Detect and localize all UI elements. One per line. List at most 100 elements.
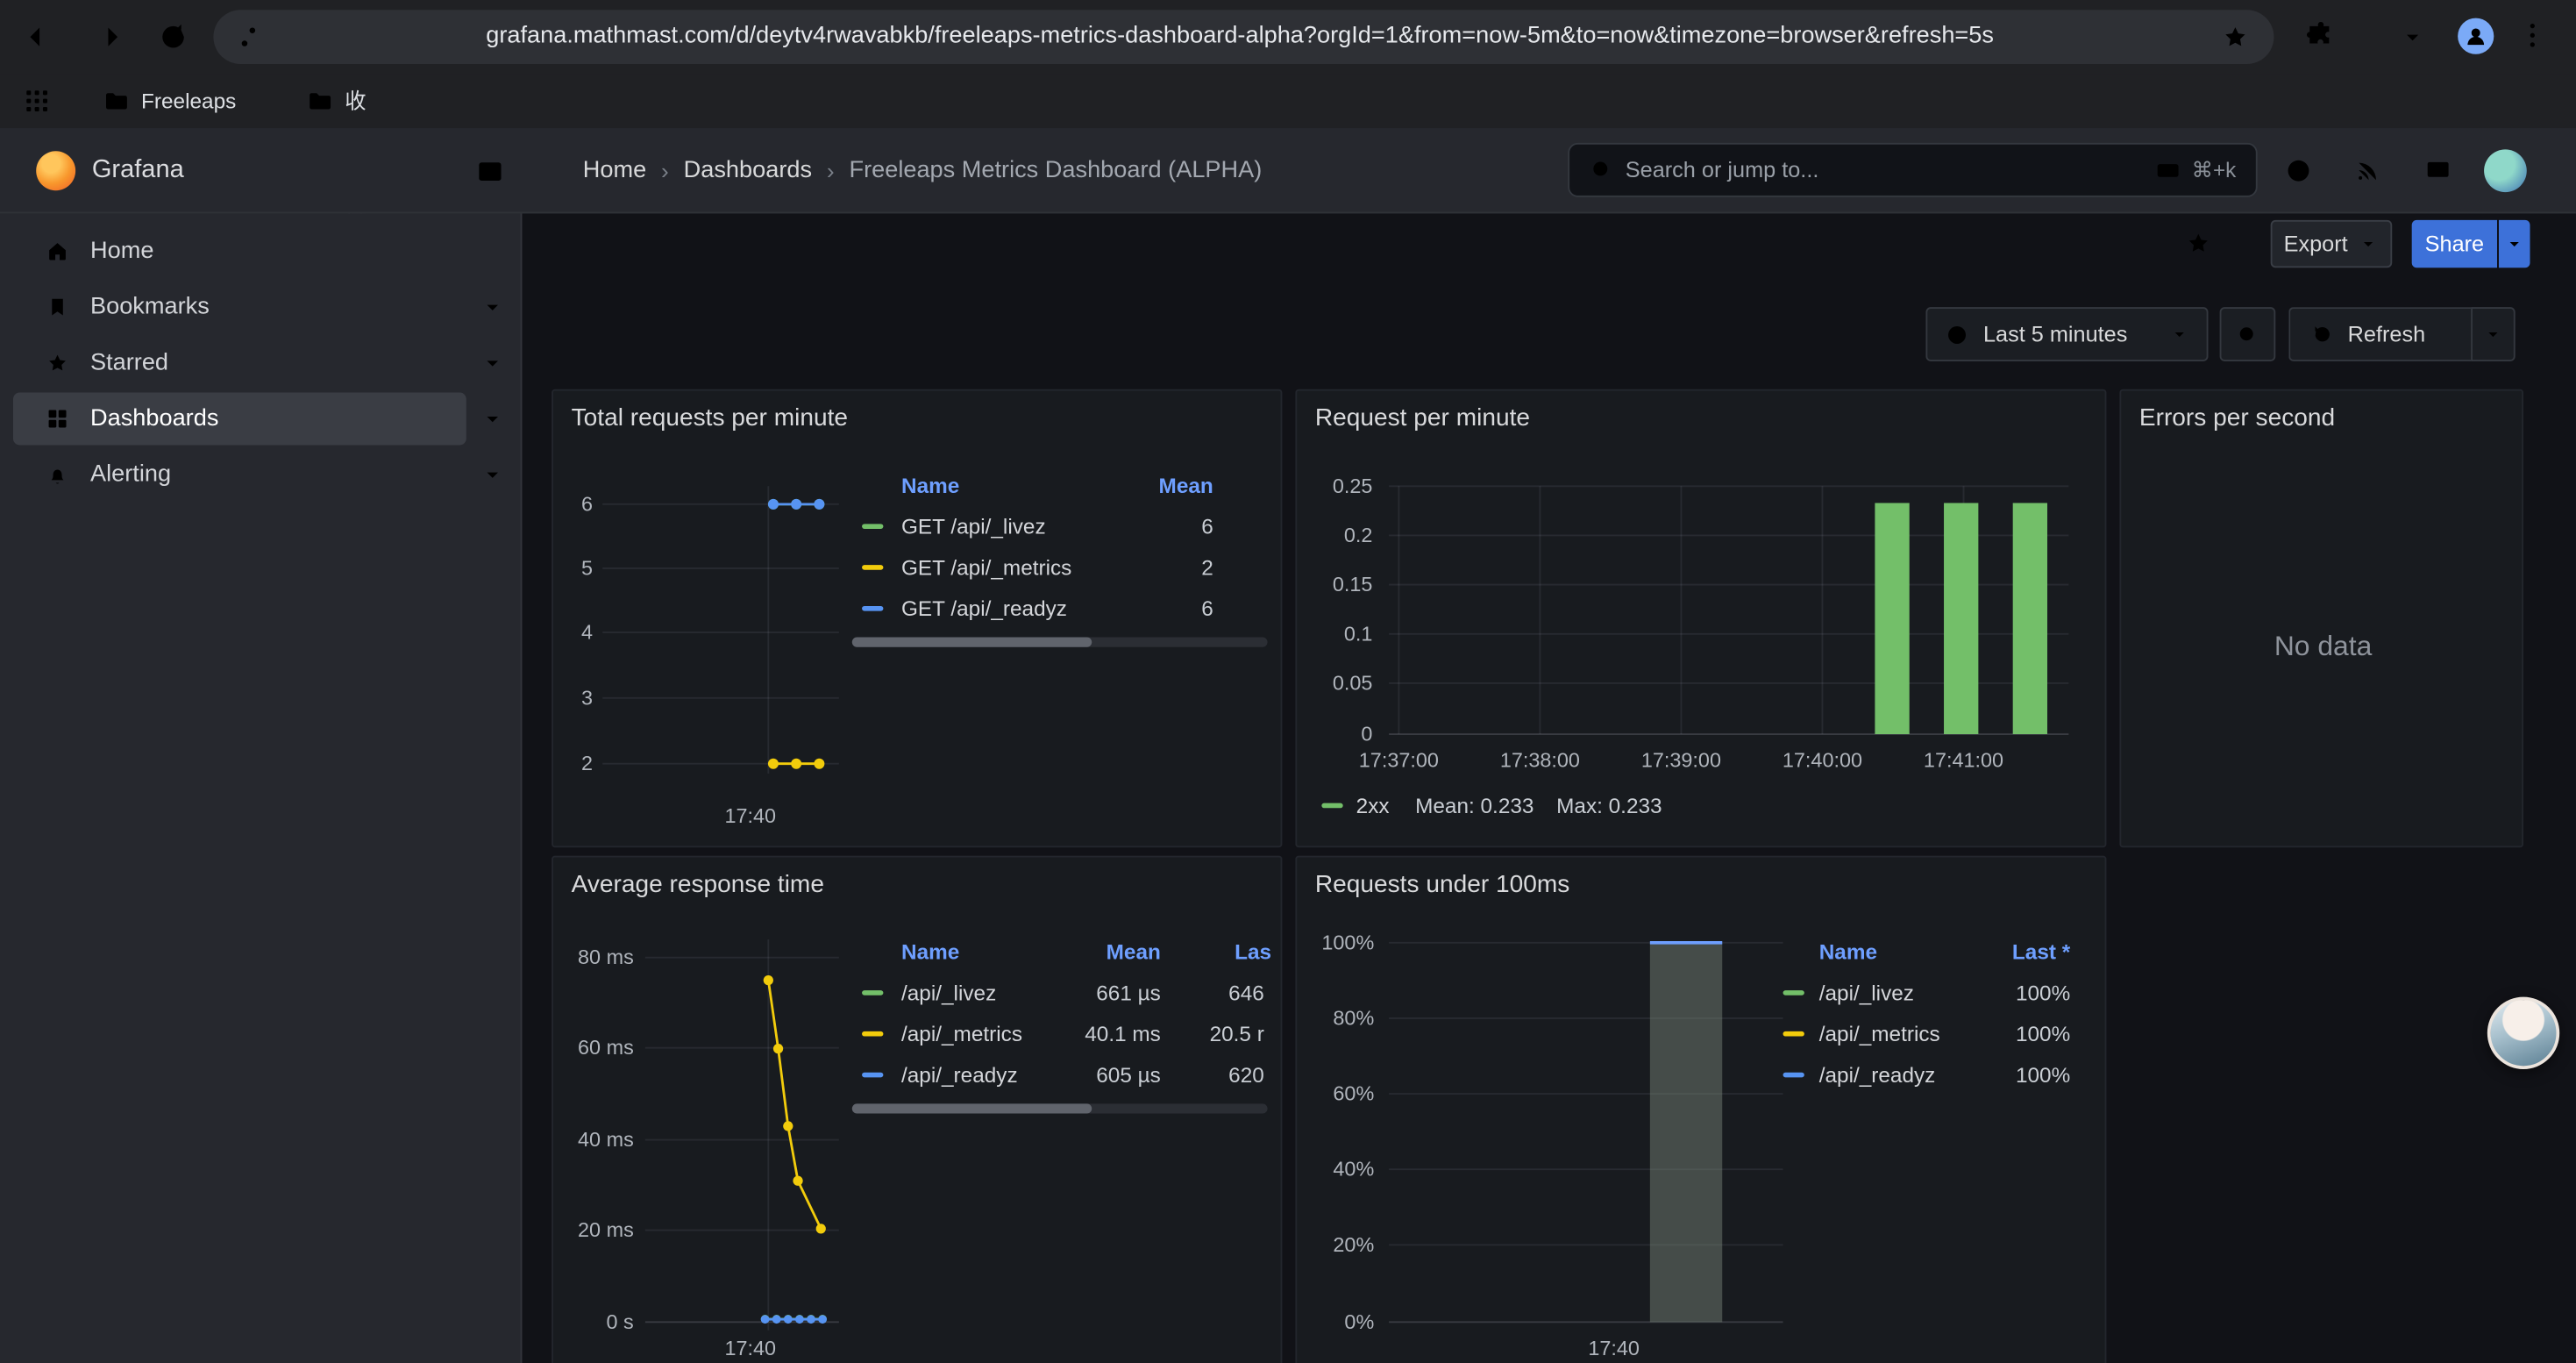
share-button[interactable]: Share — [2412, 220, 2497, 268]
legend-series-name[interactable]: /api/_readyz — [1819, 1061, 1936, 1089]
legend-header-last[interactable]: Las — [1235, 938, 1284, 966]
legend-scrollbar-thumb[interactable] — [852, 638, 1092, 647]
favorite-star-icon[interactable] — [2183, 228, 2213, 258]
legend-mean-value: 661 µs — [1029, 979, 1161, 1007]
legend-series-name[interactable]: GET /api/_metrics — [901, 553, 1071, 582]
grafana-logo[interactable] — [36, 151, 75, 190]
sidebar-item-label: Alerting — [90, 448, 171, 501]
legend-mean-value: 605 µs — [1029, 1061, 1161, 1089]
extensions-icon[interactable] — [2302, 19, 2336, 54]
display-icon[interactable] — [2423, 156, 2453, 186]
chevron-down-icon — [2482, 324, 2503, 345]
legend-header-name[interactable]: Name — [1819, 938, 1877, 966]
y-tick: 0.15 — [1300, 572, 1372, 598]
panel-title[interactable]: Average response time — [572, 870, 824, 898]
legend-last-value: 646 — [1172, 979, 1264, 1007]
x-tick: 17:37:00 — [1328, 747, 1469, 774]
legend-header-name[interactable]: Name — [901, 938, 959, 966]
sidebar-item-label: Dashboards — [90, 393, 218, 446]
panel-title[interactable]: Errors per second — [2139, 404, 2335, 432]
y-tick: 80% — [1300, 1005, 1374, 1031]
refresh-button[interactable]: Refresh — [2288, 307, 2471, 361]
reload-icon[interactable] — [156, 19, 190, 54]
zoom-out-icon — [2234, 321, 2260, 347]
sidebar-item-label: Bookmarks — [90, 281, 210, 333]
panel-title[interactable]: Requests under 100ms — [1315, 870, 1569, 898]
user-avatar[interactable] — [2484, 149, 2527, 192]
chevron-down-icon — [2358, 233, 2379, 254]
series-color-chip — [862, 1073, 883, 1078]
legend-series-name[interactable]: 2xx — [1356, 792, 1390, 820]
legend-series-name[interactable]: /api/_livez — [1819, 979, 1914, 1007]
share-menu-button[interactable] — [2499, 220, 2530, 268]
breadcrumb-separator: › — [827, 158, 835, 184]
refresh-icon — [2310, 322, 2335, 346]
sidebar-toggle-icon[interactable] — [474, 156, 506, 188]
bookmark-label: Freeleaps — [141, 74, 236, 128]
person-icon — [2463, 23, 2489, 49]
panel-requests-under-100ms: Requests under 100ms 100% 80% 60% 40% 20… — [1295, 856, 2106, 1363]
x-tick: 17:40:00 — [1752, 747, 1893, 774]
y-tick: 5 — [553, 555, 593, 582]
sidebar-active-highlight — [13, 393, 466, 446]
zoom-out-button[interactable] — [2220, 307, 2276, 361]
download-icon[interactable] — [2395, 19, 2430, 54]
chevron-down-icon[interactable] — [480, 461, 506, 488]
back-icon[interactable] — [23, 19, 57, 54]
forward-icon[interactable] — [90, 19, 125, 54]
url-bar[interactable]: grafana.mathmast.com/d/deytv4rwavabkb/fr… — [213, 10, 2274, 64]
sidebar-item-label: Starred — [90, 337, 168, 389]
y-tick: 100% — [1300, 930, 1374, 956]
legend-header-mean[interactable]: Mean — [1029, 938, 1161, 966]
legend-series-name[interactable]: /api/_metrics — [1819, 1020, 1940, 1048]
chevron-down-icon[interactable] — [480, 350, 506, 376]
sidebar-item-alerting[interactable]: Alerting — [0, 448, 522, 501]
legend-header-mean[interactable]: Mean — [1095, 471, 1213, 499]
y-tick: 6 — [553, 491, 593, 517]
chevron-down-icon[interactable] — [480, 294, 506, 320]
bell-icon — [45, 461, 71, 488]
series-color-chip — [1321, 803, 1342, 809]
legend-header-last[interactable]: Last * — [1938, 938, 2071, 966]
legend-scrollbar[interactable] — [852, 638, 1268, 647]
sidebar-item-dashboards[interactable]: Dashboards — [0, 393, 522, 446]
apps-grid-icon[interactable] — [21, 85, 53, 117]
series-color-chip — [862, 990, 883, 995]
breadcrumb-separator: › — [661, 158, 669, 184]
profile-avatar[interactable] — [2458, 18, 2494, 54]
legend-series-name[interactable]: GET /api/_readyz — [901, 595, 1067, 623]
panel-request-per-minute: Request per minute 0.25 0.2 0.15 0.1 0.0… — [1295, 389, 2106, 847]
legend-series-name[interactable]: /api/_readyz — [901, 1061, 1018, 1089]
legend-series-name[interactable]: /api/_metrics — [901, 1020, 1022, 1048]
chevron-down-icon[interactable] — [480, 406, 506, 432]
time-range-picker[interactable]: Last 5 minutes — [1925, 307, 2208, 361]
panel-title[interactable]: Request per minute — [1315, 404, 1530, 432]
legend-series-name[interactable]: GET /api/_livez — [901, 512, 1046, 540]
series-color-chip — [862, 565, 883, 570]
panel-title[interactable]: Total requests per minute — [572, 404, 848, 432]
export-button[interactable]: Export — [2271, 220, 2393, 268]
search-input[interactable]: Search or jump to... ⌘+k — [1568, 143, 2257, 197]
breadcrumb-dashboards[interactable]: Dashboards — [684, 158, 812, 184]
news-rss-icon[interactable] — [2352, 156, 2382, 186]
bookmark-star-icon[interactable] — [2220, 21, 2252, 53]
help-icon[interactable] — [2284, 156, 2314, 186]
legend-scrollbar-thumb[interactable] — [852, 1103, 1092, 1113]
legend-series-name[interactable]: /api/_livez — [901, 979, 996, 1007]
sidebar-item-starred[interactable]: Starred — [0, 337, 522, 389]
sidebar-item-home[interactable]: Home — [0, 225, 522, 278]
sidebar-item-bookmarks[interactable]: Bookmarks — [0, 281, 522, 333]
breadcrumb-home[interactable]: Home — [583, 158, 646, 184]
refresh-interval-button[interactable] — [2471, 307, 2516, 361]
x-tick: 17:38:00 — [1469, 747, 1611, 774]
browser-menu-icon[interactable] — [2516, 18, 2550, 53]
series-color-chip — [862, 606, 883, 611]
legend-scrollbar[interactable] — [852, 1103, 1268, 1113]
series-color-chip — [862, 524, 883, 529]
assistant-avatar-widget[interactable] — [2487, 997, 2559, 1069]
legend-header-name[interactable]: Name — [901, 471, 959, 499]
legend-max: Max: 0.233 — [1556, 792, 1688, 820]
site-info-icon[interactable] — [233, 21, 265, 53]
y-tick: 3 — [553, 685, 593, 711]
breadcrumb: Home › Dashboards › Freeleaps Metrics Da… — [583, 128, 1263, 213]
